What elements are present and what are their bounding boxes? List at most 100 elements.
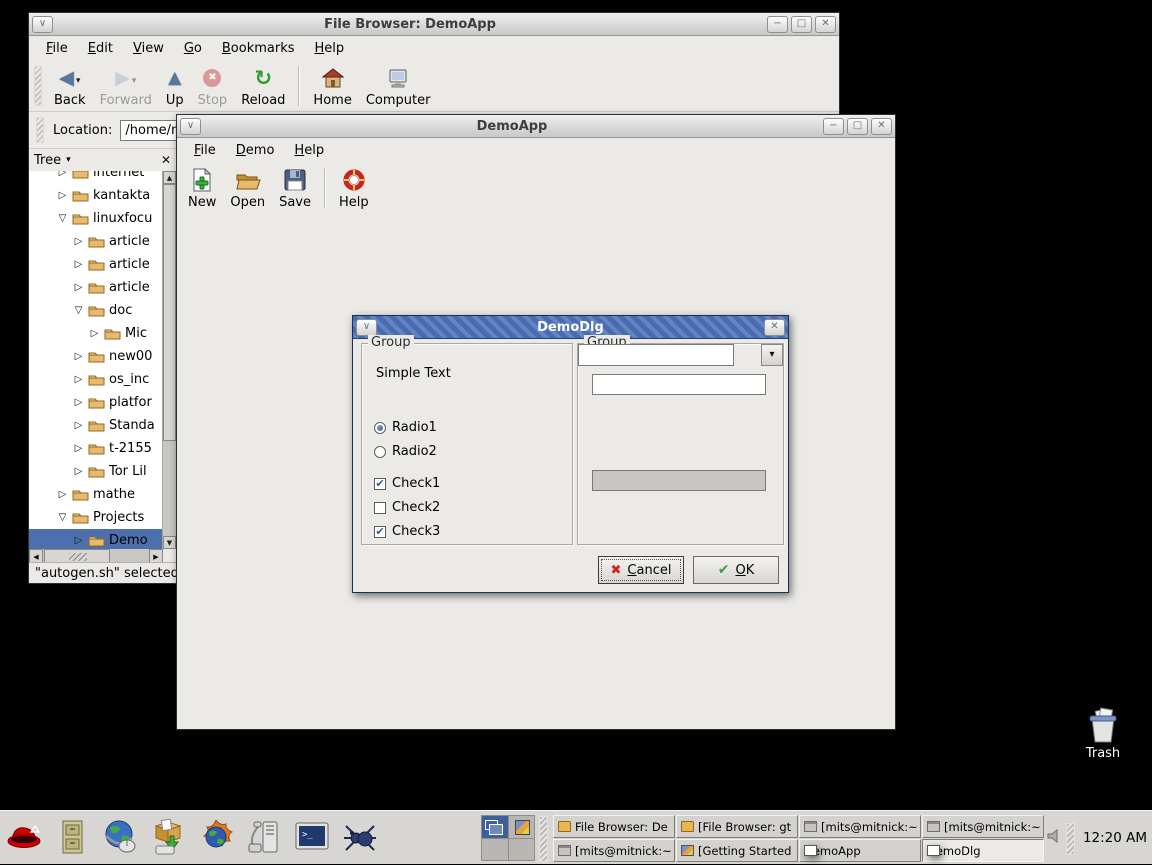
menu-item-file[interactable]: File [37,39,77,58]
launcher-mozilla-browser[interactable] [194,815,237,859]
checkbox-icon[interactable] [374,502,386,514]
close-button[interactable]: ✕ [764,319,785,336]
menu-item-bookmarks[interactable]: Bookmarks [213,39,304,58]
horizontal-scroll-thumb[interactable] [44,549,110,563]
tree-item-os-inc[interactable]: ▷os_inc [29,368,162,391]
clock[interactable]: 12:20 AM [1080,811,1150,865]
workspace-4[interactable] [509,839,535,861]
expander-collapsed-icon[interactable]: ▷ [73,374,84,385]
launcher-red-hat-menu[interactable] [2,815,45,859]
tree-item-article[interactable]: ▷article [29,230,162,253]
scroll-down-icon[interactable]: ▼ [163,536,176,549]
close-button[interactable]: ✕ [815,16,836,33]
demoapp-titlebar[interactable]: ∨ DemoApp − □ ✕ [177,115,895,138]
reload-button[interactable]: ↻ Reload [234,63,292,109]
taskbar-window-button-4[interactable]: [mits@mitnick:~ [799,815,921,838]
ok-button[interactable]: ✔ OK [693,556,779,584]
panel-drag-handle[interactable] [539,816,548,862]
expander-collapsed-icon[interactable]: ▷ [73,443,84,454]
tree-item-t-2155[interactable]: ▷t-2155 [29,437,162,460]
forward-dropdown-icon[interactable]: ▾ [132,76,137,86]
tree-item-linuxfocu[interactable]: ▽linuxfocu [29,207,162,230]
up-button[interactable]: ▲ Up [159,63,191,109]
launcher-web-browser[interactable] [98,815,141,859]
expander-collapsed-icon[interactable]: ▷ [73,535,84,546]
tree-horizontal-scrollbar[interactable]: ◀ ▶ [29,549,163,563]
forward-button[interactable]: ▶▾ Forward [93,63,159,109]
expander-collapsed-icon[interactable]: ▷ [73,466,84,477]
tree-item-tor-lil[interactable]: ▷Tor Lil [29,460,162,483]
expander-collapsed-icon[interactable]: ▷ [57,171,68,178]
expander-collapsed-icon[interactable]: ▷ [73,236,84,247]
window-menu-button[interactable]: ∨ [32,16,53,33]
expander-collapsed-icon[interactable]: ▷ [73,397,84,408]
menu-item-view[interactable]: View [124,39,173,58]
expander-collapsed-icon[interactable]: ▷ [57,190,68,201]
taskbar-window-button-6[interactable]: [mits@mitnick:~ [922,815,1044,838]
back-button[interactable]: ◀▾ Back [47,63,93,109]
tree-item-standa[interactable]: ▷Standa [29,414,162,437]
minimize-button[interactable]: − [767,16,788,33]
maximize-button[interactable]: □ [791,16,812,33]
combo-box[interactable]: ▾ [578,344,756,366]
combo-dropdown-icon[interactable]: ▾ [761,344,783,366]
file-browser-titlebar[interactable]: ∨ File Browser: DemoApp − □ ✕ [29,13,839,36]
radio2-option[interactable]: Radio2 [374,444,437,459]
tree-item-new00[interactable]: ▷new00 [29,345,162,368]
stop-button[interactable]: ✖ Stop [191,63,235,109]
expander-expanded-icon[interactable]: ▽ [73,305,84,316]
launcher-file-cabinet[interactable] [50,815,93,859]
expander-collapsed-icon[interactable]: ▷ [73,259,84,270]
tree-item-platfor[interactable]: ▷platfor [29,391,162,414]
menu-item-help[interactable]: Help [306,39,354,58]
menu-item-edit[interactable]: Edit [79,39,122,58]
expander-collapsed-icon[interactable]: ▷ [89,328,100,339]
home-button[interactable]: Home [306,63,358,109]
launcher-hardware-config[interactable] [242,815,285,859]
expander-collapsed-icon[interactable]: ▷ [73,282,84,293]
close-button[interactable]: ✕ [871,118,892,135]
expander-collapsed-icon[interactable]: ▷ [73,351,84,362]
taskbar-window-button-0[interactable]: File Browser: De [553,815,675,838]
tree-item-projects[interactable]: ▽Projects [29,506,162,529]
menu-item-help[interactable]: Help [285,141,333,160]
menu-item-demo[interactable]: Demo [227,141,284,160]
menu-item-file[interactable]: File [185,141,225,160]
tree-item-article[interactable]: ▷article [29,276,162,299]
radio1-option[interactable]: Radio1 [374,420,437,435]
text-entry[interactable] [592,374,766,395]
sidebar-view-dropdown-icon[interactable]: ▾ [66,155,161,165]
workspace-2[interactable] [509,816,535,838]
launcher-package-installer[interactable] [146,815,189,859]
computer-button[interactable]: Computer [359,63,438,109]
tree-item-doc[interactable]: ▽doc [29,299,162,322]
trash-desktop-icon[interactable]: Trash [1072,706,1134,761]
volume-icon[interactable] [1046,828,1062,848]
checkbox-icon[interactable]: ✔ [374,478,386,490]
launcher-bug-spider[interactable] [338,815,381,859]
tree-item-article[interactable]: ▷article [29,253,162,276]
open-button[interactable]: Open [223,165,272,211]
tree-item-mathe[interactable]: ▷mathe [29,483,162,506]
workspace-1[interactable] [482,816,508,838]
taskbar-window-button-7[interactable]: DemoDlg [922,839,1044,862]
maximize-button[interactable]: □ [847,118,868,135]
radio-icon[interactable] [374,422,386,434]
sidebar-close-icon[interactable]: ✕ [161,153,171,167]
vertical-scroll-thumb[interactable] [163,184,176,441]
expander-collapsed-icon[interactable]: ▷ [57,489,68,500]
launcher-terminal[interactable]: >_ [290,815,333,859]
menu-item-go[interactable]: Go [175,39,211,58]
check3-option[interactable]: ✔ Check3 [374,524,440,539]
toolbar-drag-handle[interactable] [34,66,42,106]
tree-item-internet[interactable]: ▷internet [29,171,162,184]
expander-collapsed-icon[interactable]: ▷ [73,420,84,431]
workspace-3[interactable] [482,839,508,861]
new-button[interactable]: New [181,165,223,211]
check1-option[interactable]: ✔ Check1 [374,476,440,491]
scroll-right-icon[interactable]: ▶ [149,549,163,563]
radio-icon[interactable] [374,446,386,458]
demodlg-titlebar[interactable]: ∨ DemoDlg ✕ [353,316,788,339]
checkbox-icon[interactable]: ✔ [374,526,386,538]
tree-vertical-scrollbar[interactable]: ▲ ▼ [163,171,176,549]
